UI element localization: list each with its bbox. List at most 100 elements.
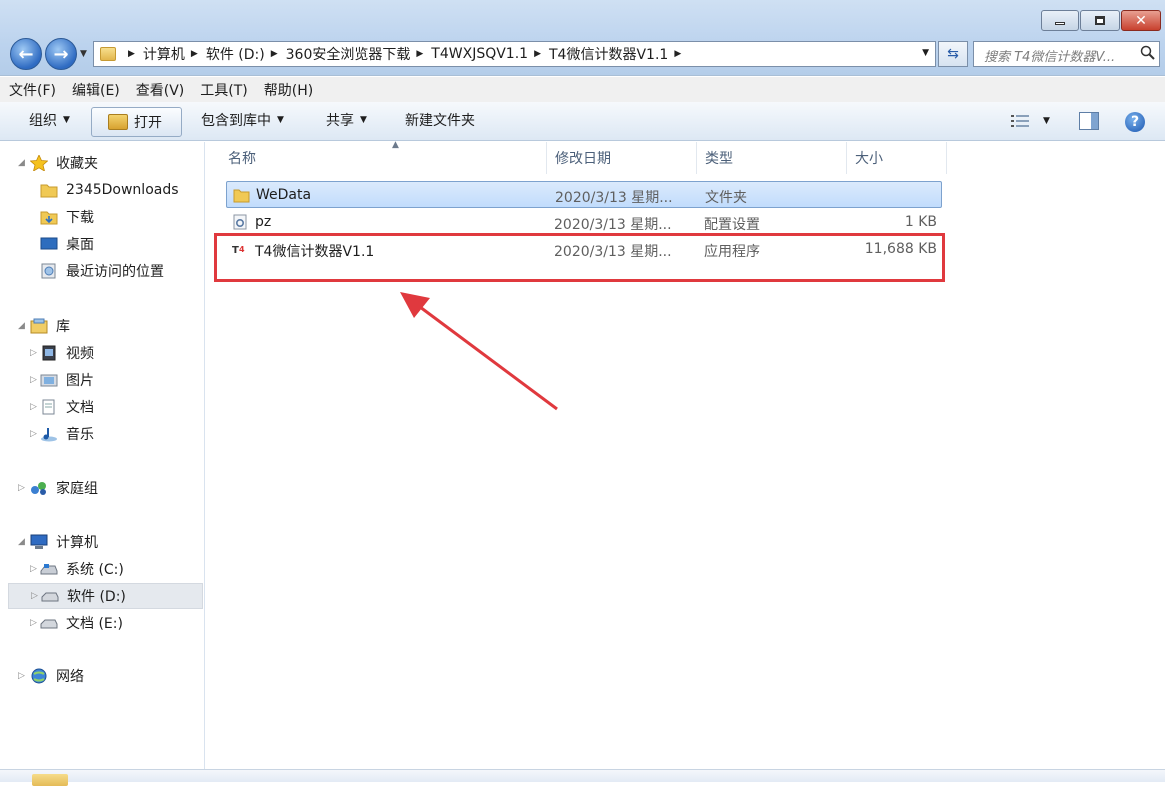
expand-arrow-icon[interactable]: ▷ (30, 618, 37, 628)
nav-item-music[interactable]: ▷ 音乐 (0, 421, 203, 447)
homegroup-icon (31, 482, 46, 495)
organize-button[interactable]: 组织 ▼ (29, 110, 70, 130)
breadcrumb-item[interactable]: T4微信计数器V1.1 (549, 44, 668, 64)
nav-item-label: 2345Downloads (66, 182, 179, 198)
chevron-right-icon[interactable]: ▶ (674, 49, 681, 59)
refresh-button[interactable]: ⇆ (938, 41, 968, 67)
file-row[interactable]: pz 2020/3/13 星期... 配置设置 1 KB (226, 209, 942, 236)
chevron-right-icon[interactable]: ▶ (416, 49, 423, 59)
expand-arrow-icon[interactable]: ▷ (30, 402, 37, 412)
file-name: WeData (256, 187, 312, 203)
chevron-down-icon[interactable]: ▼ (1043, 116, 1050, 126)
drive-icon (40, 619, 58, 629)
help-icon[interactable]: ? (1125, 112, 1145, 132)
column-header-label: 大小 (855, 151, 883, 167)
breadcrumb-item[interactable]: 软件 (D:) (206, 44, 265, 64)
nav-drive-e[interactable]: ▷ 文档 (E:) (0, 610, 203, 636)
expand-arrow-icon[interactable]: ▷ (30, 564, 37, 574)
nav-computer[interactable]: ◢ 计算机 (0, 529, 203, 555)
expand-arrow-icon[interactable]: ▷ (18, 671, 25, 681)
menu-view[interactable]: 查看(V) (136, 80, 185, 100)
menu-tools[interactable]: 工具(T) (200, 80, 247, 100)
view-options-icon[interactable] (1011, 114, 1029, 129)
chevron-right-icon[interactable]: ▶ (534, 49, 541, 59)
nav-homegroup[interactable]: ▷ 家庭组 (0, 475, 203, 501)
column-header-date[interactable]: 修改日期 (547, 142, 697, 174)
nav-network[interactable]: ▷ 网络 (0, 663, 203, 689)
nav-drive-d[interactable]: ▷ 软件 (D:) (8, 583, 203, 609)
menu-file[interactable]: 文件(F) (9, 80, 56, 100)
chevron-right-icon[interactable]: ▶ (271, 49, 278, 59)
breadcrumb-item[interactable]: T4WXJSQV1.1 (431, 46, 528, 62)
file-date: 2020/3/13 星期... (555, 190, 673, 206)
nav-item-label: 文档 (E:) (66, 616, 123, 632)
breadcrumb-item[interactable]: 360安全浏览器下载 (286, 44, 411, 64)
search-placeholder: 搜索 T4微信计数器V... (984, 50, 1116, 65)
back-button[interactable]: ← (10, 38, 42, 70)
nav-drive-c[interactable]: ▷ 系统 (C:) (0, 556, 203, 582)
expand-arrow-icon[interactable]: ◢ (18, 321, 25, 331)
column-header-size[interactable]: 大小 (847, 142, 947, 174)
expand-arrow-icon[interactable]: ▷ (31, 591, 38, 601)
nav-item-pictures[interactable]: ▷ 图片 (0, 367, 203, 393)
nav-item-label: 系统 (C:) (66, 562, 124, 578)
star-icon (30, 155, 48, 171)
annotation-arrow-icon (400, 292, 558, 411)
open-folder-icon (108, 114, 128, 130)
nav-item-videos[interactable]: ▷ 视频 (0, 340, 203, 366)
column-header-type[interactable]: 类型 (697, 142, 847, 174)
nav-item-label: 桌面 (66, 237, 94, 253)
nav-item-desktop[interactable]: 桌面 (0, 231, 203, 257)
chevron-right-icon[interactable]: ▶ (128, 49, 135, 59)
file-date: 2020/3/13 星期... (554, 217, 672, 233)
column-header-name[interactable]: 名称 ▲ (220, 140, 547, 174)
column-header-label: 类型 (705, 151, 733, 167)
chevron-right-icon[interactable]: ▶ (191, 49, 198, 59)
nav-item-documents[interactable]: ▷ 文档 (0, 394, 203, 420)
file-row[interactable]: WeData 2020/3/13 星期... 文件夹 (226, 181, 942, 208)
share-button[interactable]: 共享 ▼ (326, 110, 367, 130)
menu-edit[interactable]: 编辑(E) (72, 80, 120, 100)
library-icon (30, 318, 48, 334)
videos-icon (42, 345, 56, 361)
nav-item-label: 图片 (66, 373, 94, 389)
system-drive-icon (40, 564, 58, 575)
expand-arrow-icon[interactable]: ▷ (30, 348, 37, 358)
search-input[interactable]: 搜索 T4微信计数器V... (973, 41, 1160, 67)
nav-item-2345downloads[interactable]: 2345Downloads (0, 177, 203, 203)
nav-item-label: 音乐 (66, 427, 94, 443)
column-header-label: 名称 (228, 151, 256, 167)
nav-favorites[interactable]: ◢ 收藏夹 (0, 150, 203, 176)
drive-icon (41, 592, 59, 602)
expand-arrow-icon[interactable]: ▷ (30, 429, 37, 439)
nav-libraries[interactable]: ◢ 库 (0, 313, 203, 339)
open-button[interactable]: 打开 (91, 107, 182, 137)
preview-pane-icon[interactable] (1079, 112, 1099, 130)
expand-arrow-icon[interactable]: ◢ (18, 158, 25, 168)
expand-arrow-icon[interactable]: ◢ (18, 537, 25, 547)
nav-item-label: 软件 (D:) (67, 589, 126, 605)
window-chrome: ✕ ← → ▼ ▶ 计算机 ▶ 软件 (D:) ▶ 360安全浏览器下载 ▶ T… (0, 0, 1165, 76)
share-label: 共享 (326, 113, 354, 129)
forward-button[interactable]: → (45, 38, 77, 70)
address-bar[interactable]: ▶ 计算机 ▶ 软件 (D:) ▶ 360安全浏览器下载 ▶ T4WXJSQV1… (93, 41, 936, 67)
nav-item-recent-places[interactable]: 最近访问的位置 (0, 258, 203, 284)
new-folder-button[interactable]: 新建文件夹 (405, 110, 475, 130)
recent-pages-dropdown[interactable]: ▼ (80, 49, 87, 59)
breadcrumb-item[interactable]: 计算机 (143, 44, 185, 64)
expand-arrow-icon[interactable]: ▷ (18, 483, 25, 493)
close-button[interactable]: ✕ (1121, 10, 1161, 31)
minimize-button[interactable] (1041, 10, 1079, 31)
chevron-down-icon[interactable]: ▼ (922, 48, 929, 58)
pictures-icon (40, 374, 58, 387)
folder-icon (100, 47, 116, 61)
include-in-library-button[interactable]: 包含到库中 ▼ (201, 110, 284, 130)
music-icon (41, 428, 57, 442)
maximize-button[interactable] (1080, 10, 1120, 31)
menu-help[interactable]: 帮助(H) (264, 80, 313, 100)
nav-item-downloads[interactable]: 下载 (0, 204, 203, 230)
file-name: pz (255, 214, 272, 230)
desktop-icon (40, 237, 58, 250)
expand-arrow-icon[interactable]: ▷ (30, 375, 37, 385)
new-folder-label: 新建文件夹 (405, 113, 475, 129)
